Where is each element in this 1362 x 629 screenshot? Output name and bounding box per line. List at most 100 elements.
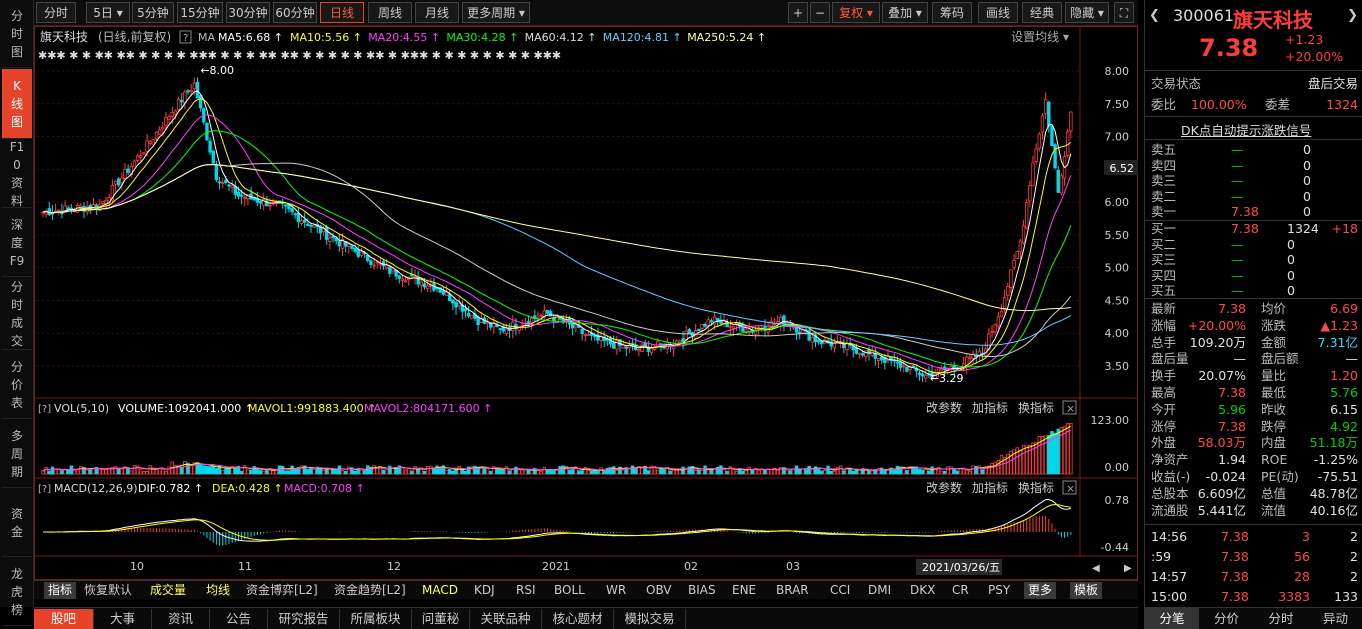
volume-bar (977, 465, 982, 475)
rail-tab-7[interactable]: 资金 (2, 489, 32, 557)
period-btn-2[interactable]: 5分钟 (132, 2, 174, 23)
vol-help-icon[interactable]: [?] (38, 404, 51, 415)
panel-tab-1[interactable]: 分价 (1200, 608, 1254, 629)
candle-body (347, 243, 351, 247)
indicator-tab-10[interactable]: WR (606, 582, 626, 599)
macd-panel-link-0[interactable]: 改参数 (926, 480, 962, 495)
tool-btn-7[interactable]: 隐藏 ▾ (1065, 2, 1109, 23)
vol-panel-link-1[interactable]: 加指标 (972, 400, 1008, 415)
period-btn-9[interactable]: 更多周期 ▾ (462, 2, 530, 23)
candle-body (195, 81, 200, 99)
indicator-tab-4[interactable]: 资金博弈[L2] (246, 582, 318, 599)
scroll-left-icon[interactable]: ◀ (1092, 563, 1100, 574)
footer-tab-3[interactable]: 公告 (210, 609, 268, 629)
candle-body (706, 319, 710, 326)
footer-tab-5[interactable]: 所属板块 (340, 609, 412, 629)
candle-body (495, 325, 499, 327)
footer-tab-6[interactable]: 问董秘 (412, 609, 470, 629)
kline-chart[interactable]: 8.007.507.006.506.005.505.004.504.003.50… (34, 26, 1138, 580)
tool-btn-6[interactable]: 经典 (1022, 2, 1062, 23)
indicator-tab-0[interactable]: 指标 (44, 582, 77, 599)
rail-tab-3[interactable]: 深度F9 (2, 209, 32, 277)
tool-btn-1[interactable]: − (810, 2, 830, 23)
candle-body (353, 247, 357, 252)
period-btn-8[interactable]: 月线 (415, 2, 459, 23)
forward-arrow-icon[interactable]: ❯ (1347, 8, 1358, 23)
macd-panel-link-2[interactable]: 换指标 (1018, 480, 1054, 495)
tool-btn-2[interactable]: 复权 ▾ (832, 2, 880, 23)
candle-body (233, 186, 238, 195)
indicator-tab-13[interactable]: ENE (732, 582, 756, 599)
rail-tab-6[interactable]: 多周期 (2, 420, 32, 488)
indicator-tab-15[interactable]: CCI (830, 582, 850, 599)
indicator-tab-12[interactable]: BIAS (688, 582, 716, 599)
indicator-tab-21[interactable]: 模板 (1070, 582, 1103, 599)
indicator-tab-1[interactable]: 恢复默认 (84, 582, 132, 599)
tool-btn-5[interactable]: 画线 (978, 2, 1018, 23)
rail-tab-0[interactable]: 分时图 (2, 0, 32, 68)
indicator-tab-14[interactable]: BRAR (776, 582, 809, 599)
footer-tab-8[interactable]: 核心题材 (542, 609, 614, 629)
tool-btn-8[interactable]: ⛶ (1114, 2, 1134, 23)
date-label: 2021 (542, 560, 570, 573)
panel-tab-0[interactable]: 分笔 (1145, 608, 1199, 629)
indicator-tab-3[interactable]: 均线 (206, 582, 230, 599)
volume-bar (577, 470, 581, 475)
indicator-tab-19[interactable]: PSY (988, 582, 1010, 599)
footer-tab-9[interactable]: 模拟交易 (614, 609, 686, 629)
tool-btn-3[interactable]: 叠加 ▾ (882, 2, 928, 23)
macd-panel-link-1[interactable]: 加指标 (972, 480, 1008, 495)
rail-tab-2[interactable]: F10资料 (2, 140, 32, 208)
rail-tab-4[interactable]: 分时成交 (2, 278, 32, 350)
period-btn-4[interactable]: 30分钟 (226, 2, 270, 23)
volume-bar (545, 469, 550, 475)
indicator-tab-2[interactable]: 成交量 (150, 582, 186, 599)
period-btn-7[interactable]: 周线 (368, 2, 412, 23)
period-btn-6[interactable]: 日线 (320, 2, 364, 23)
volume-bar (331, 469, 335, 475)
footer-tab-1[interactable]: 大事 (94, 609, 152, 629)
period-btn-1[interactable]: 5日 ▾ (86, 2, 130, 23)
indicator-tab-16[interactable]: DMI (868, 582, 891, 599)
indicator-tab-5[interactable]: 资金趋势[L2] (334, 582, 406, 599)
scroll-right-icon[interactable]: ▶ (1124, 563, 1132, 574)
volume-bar (927, 470, 931, 475)
indicator-tab-6[interactable]: MACD (422, 582, 458, 599)
footer-tab-2[interactable]: 资讯 (152, 609, 210, 629)
indicator-tab-7[interactable]: KDJ (474, 582, 495, 599)
indicator-tab-20[interactable]: 更多 (1024, 582, 1057, 599)
tool-btn-0[interactable]: + (788, 2, 808, 23)
candle-body (366, 254, 370, 261)
candle-body (397, 275, 401, 279)
back-arrow-icon[interactable]: ❮ (1149, 8, 1160, 23)
rail-tab-1[interactable]: K线图 (2, 69, 32, 139)
volume-bar (1025, 445, 1029, 475)
indicator-tab-18[interactable]: CR (952, 582, 969, 599)
indicator-tab-9[interactable]: BOLL (554, 582, 585, 599)
indicator-tab-8[interactable]: RSI (516, 582, 536, 599)
rail-tab-5[interactable]: 分价表 (2, 351, 32, 419)
vol-panel-link-2[interactable]: 换指标 (1018, 400, 1054, 415)
dk-signal-link[interactable]: DK点自动提示涨跌信号 (1181, 120, 1311, 139)
footer-tab-0[interactable]: 股吧 (34, 609, 94, 629)
vol-panel-link-0[interactable]: 改参数 (926, 400, 962, 415)
rail-tab-8[interactable]: 龙虎榜 (2, 558, 32, 626)
set-ma-button[interactable]: 设置均线 ▾ (1011, 30, 1069, 44)
period-btn-5[interactable]: 60分钟 (273, 2, 317, 23)
candle-body (741, 323, 745, 332)
candle-body (917, 372, 922, 376)
candle-body (113, 180, 118, 185)
candle-body (861, 353, 865, 356)
footer-tab-7[interactable]: 关联品种 (470, 609, 542, 629)
vol-header: VOL(5,10) (54, 402, 109, 415)
macd-help-icon[interactable]: [?] (38, 484, 51, 495)
panel-tab-2[interactable]: 分时 (1254, 608, 1308, 629)
indicator-tab-11[interactable]: OBV (646, 582, 672, 599)
panel-tab-3[interactable]: 异动 (1309, 608, 1362, 629)
period-btn-3[interactable]: 15分钟 (177, 2, 223, 23)
candle-body (142, 152, 146, 155)
indicator-tab-17[interactable]: DKX (910, 582, 935, 599)
tool-btn-4[interactable]: 筹码 (932, 2, 972, 23)
footer-tab-4[interactable]: 研究报告 (268, 609, 340, 629)
period-btn-0[interactable]: 分时 (36, 2, 76, 23)
